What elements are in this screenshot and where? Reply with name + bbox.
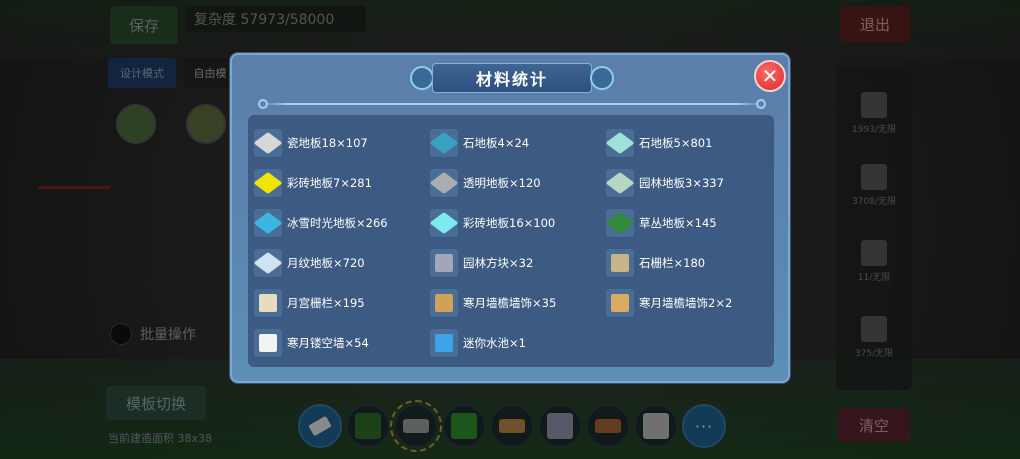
material-item: 迷你水池×1: [430, 323, 606, 363]
material-label: 寒月镂空墙×54: [287, 336, 369, 350]
wall-eave-icon: [606, 289, 634, 317]
dialog-header: 材料统计: [410, 63, 614, 93]
mini-pool-icon: [430, 329, 458, 357]
divider-ornament-icon: [756, 99, 766, 109]
material-label: 寒月墙檐墙饰×35: [463, 296, 557, 310]
material-item: 石栅栏×180: [606, 243, 782, 283]
material-label: 园林方块×32: [463, 256, 534, 270]
material-stats-dialog: 材料统计 ✕ 瓷地板18×107 石地板4×24 石地板5×801 彩砖地板7×281…: [230, 53, 790, 383]
material-item: 寒月墙檐墙饰2×2: [606, 283, 782, 323]
material-label: 瓷地板18×107: [287, 136, 368, 150]
colored-brick-floor-icon: [429, 209, 459, 237]
tile-floor-icon: [253, 129, 283, 157]
material-item: 冰雪时光地板×266: [253, 203, 430, 243]
garden-block-icon: [430, 249, 458, 277]
material-label: 石栅栏×180: [639, 256, 706, 270]
close-icon: ✕: [761, 64, 779, 88]
material-label: 石地板4×24: [463, 136, 530, 150]
ornament-icon: [590, 66, 614, 90]
material-label: 彩砖地板7×281: [287, 176, 372, 190]
materials-list: 瓷地板18×107 石地板4×24 石地板5×801 彩砖地板7×281 透明地板×12…: [248, 115, 774, 367]
stone-floor-icon: [605, 129, 635, 157]
hollow-wall-icon: [254, 329, 282, 357]
close-button[interactable]: ✕: [754, 60, 786, 92]
material-item: 寒月墙檐墙饰×35: [430, 283, 606, 323]
material-label: 月宫栅栏×195: [287, 296, 365, 310]
material-label: 寒月墙檐墙饰2×2: [639, 296, 733, 310]
material-grid: 瓷地板18×107 石地板4×24 石地板5×801 彩砖地板7×281 透明地板×12…: [253, 123, 768, 363]
material-item: 彩砖地板7×281: [253, 163, 430, 203]
wall-eave-icon: [430, 289, 458, 317]
stone-floor-icon: [429, 129, 459, 157]
material-label: 石地板5×801: [639, 136, 713, 150]
material-label: 园林地板3×337: [639, 176, 724, 190]
grass-floor-icon: [605, 209, 635, 237]
material-item: 月纹地板×720: [253, 243, 430, 283]
material-item: 透明地板×120: [429, 163, 606, 203]
material-item: 彩砖地板16×100: [429, 203, 606, 243]
material-label: 月纹地板×720: [287, 256, 365, 270]
material-label: 透明地板×120: [463, 176, 541, 190]
material-item: 月宫栅栏×195: [254, 283, 430, 323]
dialog-title: 材料统计: [475, 70, 548, 89]
material-label: 彩砖地板16×100: [463, 216, 556, 230]
material-item: 园林方块×32: [430, 243, 606, 283]
ice-floor-icon: [253, 209, 283, 237]
glass-floor-icon: [429, 169, 459, 197]
material-item: 石地板4×24: [429, 123, 606, 163]
material-item: 瓷地板18×107: [253, 123, 430, 163]
material-item: 园林地板3×337: [605, 163, 782, 203]
divider: [262, 103, 762, 105]
material-label: 迷你水池×1: [463, 336, 526, 350]
stone-fence-icon: [606, 249, 634, 277]
ornament-icon: [410, 66, 434, 90]
garden-floor-icon: [605, 169, 635, 197]
material-item: 石地板5×801: [605, 123, 782, 163]
material-label: 草丛地板×145: [639, 216, 717, 230]
material-item: 草丛地板×145: [605, 203, 782, 243]
moon-pattern-floor-icon: [253, 249, 283, 277]
material-label: 冰雪时光地板×266: [287, 216, 388, 230]
divider-ornament-icon: [258, 99, 268, 109]
material-item: 寒月镂空墙×54: [254, 323, 430, 363]
colored-brick-floor-icon: [253, 169, 283, 197]
moon-palace-fence-icon: [254, 289, 282, 317]
